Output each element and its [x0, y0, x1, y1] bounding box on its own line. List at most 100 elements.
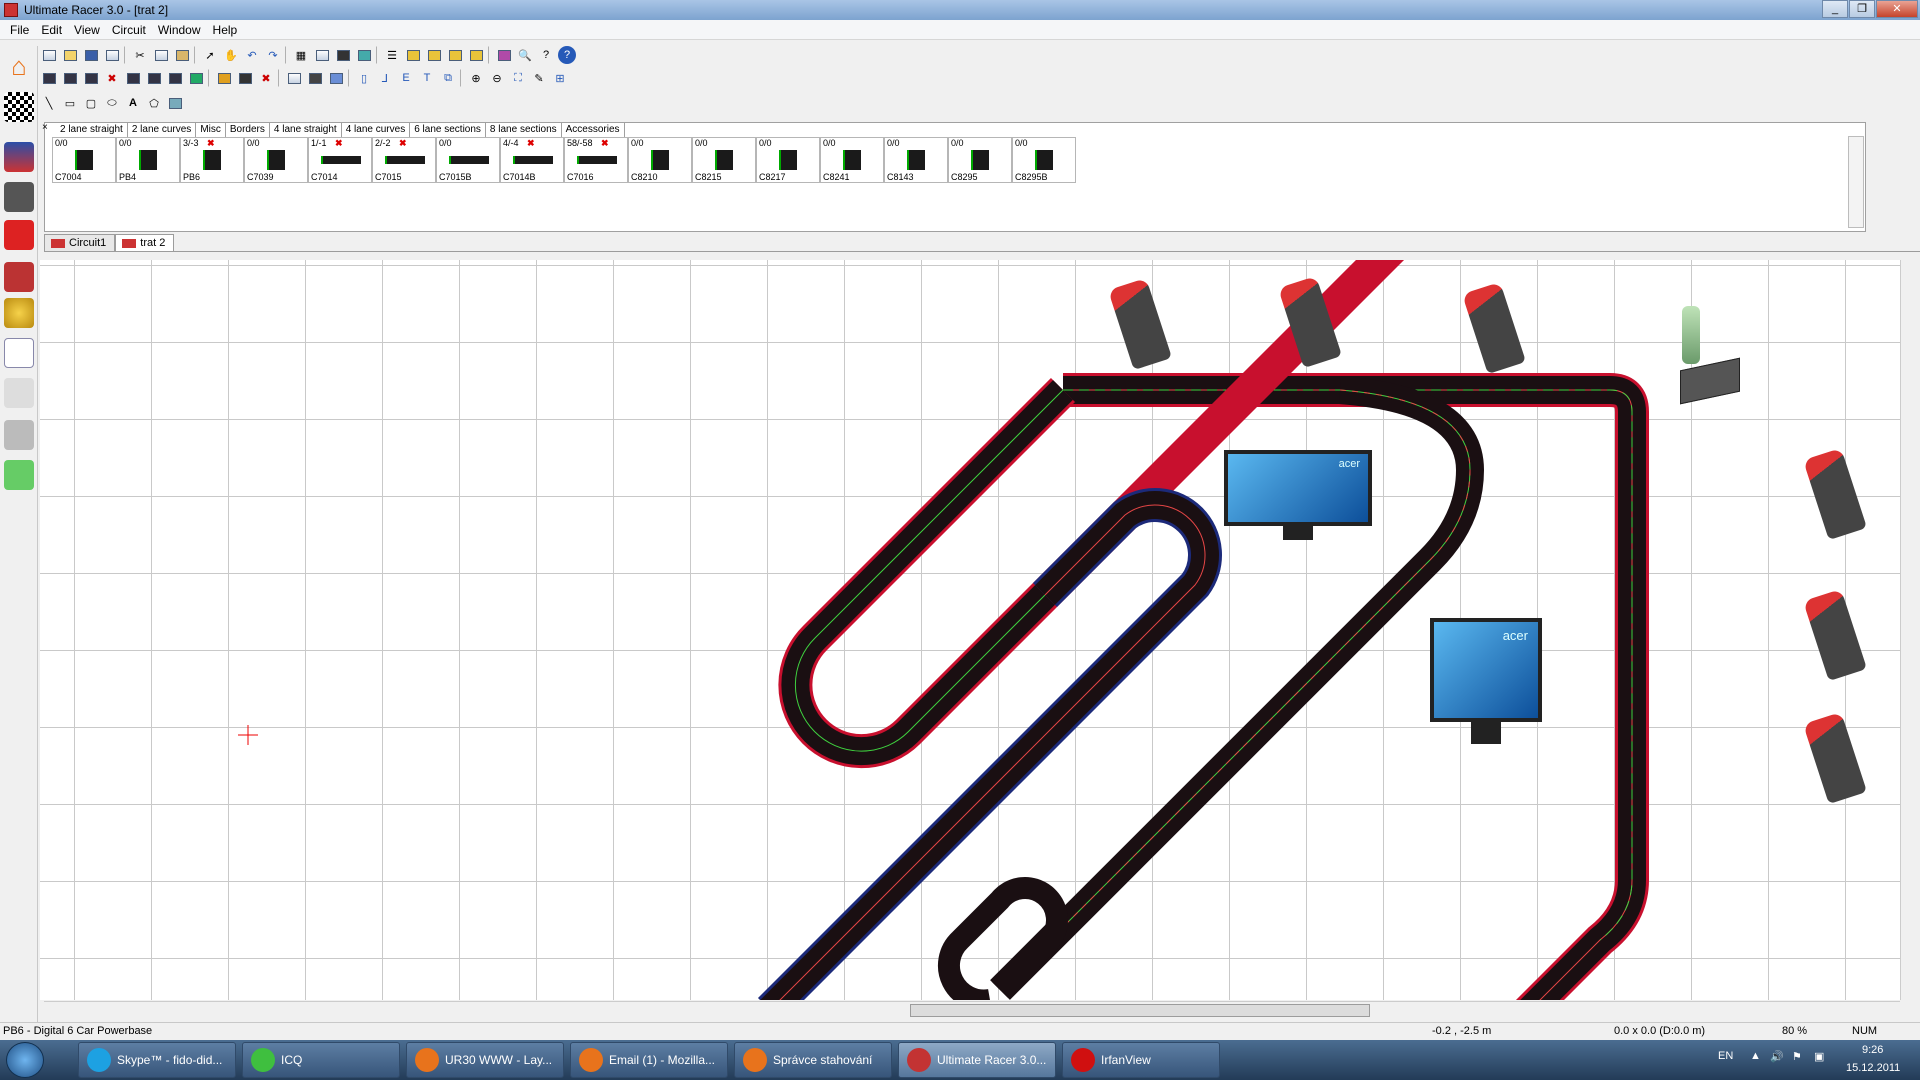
powerbase-icon[interactable]	[1660, 306, 1740, 405]
network-icon[interactable]: ▣	[1814, 1050, 1824, 1063]
camera-icon[interactable]	[306, 69, 324, 87]
clock-date[interactable]: 15.12.2011	[1846, 1062, 1900, 1074]
menu-view[interactable]: View	[68, 23, 106, 37]
picture-icon[interactable]	[355, 46, 373, 64]
center-icon[interactable]: ⊞	[551, 69, 569, 87]
cut-icon[interactable]: ✂	[131, 46, 149, 64]
ungroup-icon[interactable]	[425, 46, 443, 64]
home-icon[interactable]: ⌂	[4, 52, 34, 82]
taskbar-item[interactable]: Správce stahování	[734, 1042, 892, 1078]
layer-icon[interactable]	[334, 46, 352, 64]
eraser-icon[interactable]	[495, 46, 513, 64]
paste-icon[interactable]	[173, 46, 191, 64]
zoom-in-icon[interactable]: ⊕	[467, 69, 485, 87]
rounded-rect-tool-icon[interactable]: ▢	[82, 94, 100, 112]
tab-trat-2[interactable]: trat 2	[115, 234, 175, 251]
zoom-out-icon[interactable]: ⊖	[488, 69, 506, 87]
grid-icon[interactable]: ▦	[292, 46, 310, 64]
border-alt-icon[interactable]	[236, 69, 254, 87]
lane-2-icon[interactable]	[40, 69, 58, 87]
red-car-icon[interactable]	[4, 220, 34, 250]
image-tool-icon[interactable]	[166, 94, 184, 112]
help-icon[interactable]: ?	[558, 46, 576, 64]
menu-window[interactable]: Window	[152, 23, 207, 37]
select-arrow-icon[interactable]: ➚	[201, 46, 219, 64]
palette-piece[interactable]: 4/-4 C7014B ✖	[500, 137, 564, 183]
lane-green-icon[interactable]	[187, 69, 205, 87]
chart-icon[interactable]	[4, 338, 34, 368]
polygon-tool-icon[interactable]: ⬠	[145, 94, 163, 112]
start-button[interactable]	[6, 1042, 44, 1078]
scroll-thumb[interactable]	[910, 1004, 1370, 1017]
rectangle-tool-icon[interactable]: ▭	[61, 94, 79, 112]
close-palette-icon[interactable]: ×	[42, 122, 48, 133]
palette-tab[interactable]: Borders	[226, 123, 270, 137]
palette-piece[interactable]: 0/0 C8210	[628, 137, 692, 183]
swap-icon[interactable]	[327, 69, 345, 87]
palette-piece[interactable]: 3/-3 PB6 ✖	[180, 137, 244, 183]
comment-icon[interactable]: ✎	[530, 69, 548, 87]
menu-circuit[interactable]: Circuit	[106, 23, 152, 37]
find-icon[interactable]: 🔍	[516, 46, 534, 64]
palette-piece[interactable]: 0/0 C7015B	[436, 137, 500, 183]
palette-piece[interactable]: 0/0 C8241	[820, 137, 884, 183]
new-file-icon[interactable]	[40, 46, 58, 64]
taskbar-item[interactable]: Skype™ - fido-did...	[78, 1042, 236, 1078]
palette-piece[interactable]: 0/0 C8143	[884, 137, 948, 183]
palette-piece[interactable]: 0/0 C8215	[692, 137, 756, 183]
palette-piece[interactable]: 58/-58 C7016 ✖	[564, 137, 628, 183]
delete-track-icon[interactable]: ✖	[103, 69, 121, 87]
shape-rect-icon[interactable]: ▯	[355, 69, 373, 87]
palette-tab[interactable]: 2 lane curves	[128, 123, 197, 137]
palette-piece[interactable]: 0/0 C8295	[948, 137, 1012, 183]
bring-front-icon[interactable]	[446, 46, 464, 64]
lane-4-icon[interactable]	[61, 69, 79, 87]
tab-circuit1[interactable]: Circuit1	[44, 234, 116, 251]
shape-l-icon[interactable]: ⅃	[376, 69, 394, 87]
menu-edit[interactable]: Edit	[35, 23, 68, 37]
palette-piece[interactable]: 0/0 C8217	[756, 137, 820, 183]
tools-icon[interactable]	[4, 262, 34, 292]
monitor-2-icon[interactable]: acer	[1430, 618, 1542, 750]
delete-border-icon[interactable]: ✖	[257, 69, 275, 87]
maximize-button[interactable]: ❐	[1849, 0, 1875, 18]
redo-icon[interactable]: ↷	[264, 46, 282, 64]
align-icon[interactable]: ☰	[383, 46, 401, 64]
save-icon[interactable]	[82, 46, 100, 64]
snap-icon[interactable]	[313, 46, 331, 64]
palette-piece[interactable]: 0/0 PB4	[116, 137, 180, 183]
flag-icon[interactable]: ⚑	[1792, 1050, 1802, 1063]
palette-tab[interactable]: 6 lane sections	[410, 123, 486, 137]
circuit-canvas[interactable]: acer acer	[40, 260, 1908, 1000]
ellipse-tool-icon[interactable]: ⬭	[103, 94, 121, 112]
exit-icon[interactable]	[4, 460, 34, 490]
checkered-flag-icon[interactable]	[4, 92, 34, 122]
menu-file[interactable]: File	[4, 23, 35, 37]
lane-8-icon[interactable]	[124, 69, 142, 87]
open-file-icon[interactable]	[61, 46, 79, 64]
pan-hand-icon[interactable]: ✋	[222, 46, 240, 64]
taskbar-item[interactable]: Email (1) - Mozilla...	[570, 1042, 728, 1078]
palette-scrollbar[interactable]	[1848, 136, 1864, 228]
palette-piece[interactable]: 0/0 C8295B	[1012, 137, 1076, 183]
taskbar-item[interactable]: ICQ	[242, 1042, 400, 1078]
taskbar-item[interactable]: IrfanView	[1062, 1042, 1220, 1078]
palette-tab[interactable]: 2 lane straight	[56, 123, 128, 137]
taskbar-item[interactable]: Ultimate Racer 3.0...	[898, 1042, 1056, 1078]
shape-t-icon[interactable]: T	[418, 69, 436, 87]
lane-split-icon[interactable]	[145, 69, 163, 87]
fit-icon[interactable]: ⛶	[509, 69, 527, 87]
about-icon[interactable]: ?	[537, 46, 555, 64]
language-indicator[interactable]: EN	[1718, 1050, 1733, 1062]
shape-e-icon[interactable]: E	[397, 69, 415, 87]
border-icon[interactable]	[215, 69, 233, 87]
minimize-button[interactable]: _	[1822, 0, 1848, 18]
palette-piece[interactable]: 1/-1 C7014 ✖	[308, 137, 372, 183]
volume-icon[interactable]: 🔊	[1770, 1050, 1784, 1063]
vertical-scrollbar[interactable]	[1900, 260, 1918, 1000]
tray-arrow-icon[interactable]: ▲	[1750, 1050, 1761, 1062]
palette-tab[interactable]: 8 lane sections	[486, 123, 562, 137]
fence-icon[interactable]	[285, 69, 303, 87]
palette-piece[interactable]: 0/0 C7039	[244, 137, 308, 183]
horizontal-scrollbar[interactable]	[44, 1001, 1900, 1019]
